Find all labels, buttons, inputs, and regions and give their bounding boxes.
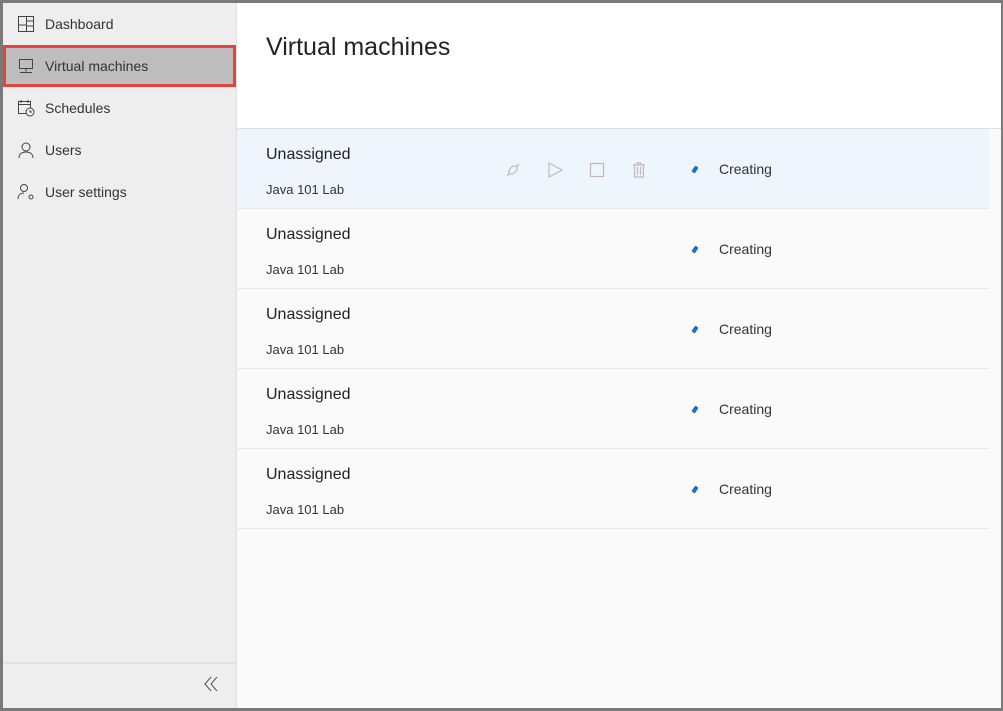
vm-row[interactable]: Unassigned Java 101 Lab Creating (237, 449, 989, 529)
vm-row[interactable]: Unassigned Java 101 Lab Creating (237, 369, 989, 449)
vm-row[interactable]: Unassigned Java 101 Lab Creating (237, 129, 989, 209)
main-content: Virtual machines Unassigned Java 101 Lab… (237, 3, 1001, 708)
sidebar-item-label: Dashboard (45, 16, 114, 32)
vm-name: Unassigned (266, 386, 351, 403)
vm-name: Unassigned (266, 146, 351, 163)
vm-status: Creating (691, 241, 772, 257)
vm-actions (503, 160, 649, 180)
sidebar-item-label: User settings (45, 184, 127, 200)
user-settings-icon (17, 183, 35, 201)
double-chevron-left-icon (202, 675, 220, 698)
collapse-sidebar-button[interactable] (3, 662, 236, 708)
spinner-icon (691, 324, 699, 334)
vm-status: Creating (691, 401, 772, 417)
sidebar-item-dashboard[interactable]: Dashboard (3, 3, 236, 45)
vm-name: Unassigned (266, 306, 351, 323)
connect-icon[interactable] (503, 160, 523, 180)
sidebar-item-label: Virtual machines (45, 58, 149, 74)
page-title: Virtual machines (266, 33, 451, 61)
spinner-icon (691, 484, 699, 494)
vm-lab: Java 101 Lab (266, 422, 345, 437)
stop-icon[interactable] (587, 160, 607, 180)
app-window: Dashboard Virtual machines Schedules Use… (3, 3, 1001, 708)
start-icon[interactable] (545, 160, 565, 180)
sidebar-item-user-settings[interactable]: User settings (3, 171, 236, 213)
vm-lab: Java 101 Lab (266, 262, 345, 277)
user-icon (17, 141, 35, 159)
calendar-clock-icon (17, 99, 35, 117)
status-text: Creating (719, 161, 772, 177)
page-header: Virtual machines (237, 3, 1001, 129)
vm-row[interactable]: Unassigned Java 101 Lab Creating (237, 289, 989, 369)
vm-lab: Java 101 Lab (266, 342, 345, 357)
delete-icon[interactable] (629, 160, 649, 180)
vm-lab: Java 101 Lab (266, 502, 345, 517)
vm-lab: Java 101 Lab (266, 182, 345, 197)
vm-list: Unassigned Java 101 Lab Creating Unassig… (237, 129, 1001, 529)
monitor-icon (17, 57, 35, 75)
status-text: Creating (719, 241, 772, 257)
sidebar-item-label: Users (45, 142, 82, 158)
vm-name: Unassigned (266, 466, 351, 483)
vm-status: Creating (691, 161, 772, 177)
status-text: Creating (719, 401, 772, 417)
spinner-icon (691, 164, 699, 174)
sidebar: Dashboard Virtual machines Schedules Use… (3, 3, 237, 708)
sidebar-item-virtual-machines[interactable]: Virtual machines (3, 45, 236, 87)
status-text: Creating (719, 481, 772, 497)
sidebar-item-schedules[interactable]: Schedules (3, 87, 236, 129)
spinner-icon (691, 244, 699, 254)
sidebar-item-label: Schedules (45, 100, 111, 116)
status-text: Creating (719, 321, 772, 337)
vm-status: Creating (691, 321, 772, 337)
vm-row[interactable]: Unassigned Java 101 Lab Creating (237, 209, 989, 289)
vm-status: Creating (691, 481, 772, 497)
vm-name: Unassigned (266, 226, 351, 243)
spinner-icon (691, 404, 699, 414)
sidebar-item-users[interactable]: Users (3, 129, 236, 171)
dashboard-icon (17, 15, 35, 33)
